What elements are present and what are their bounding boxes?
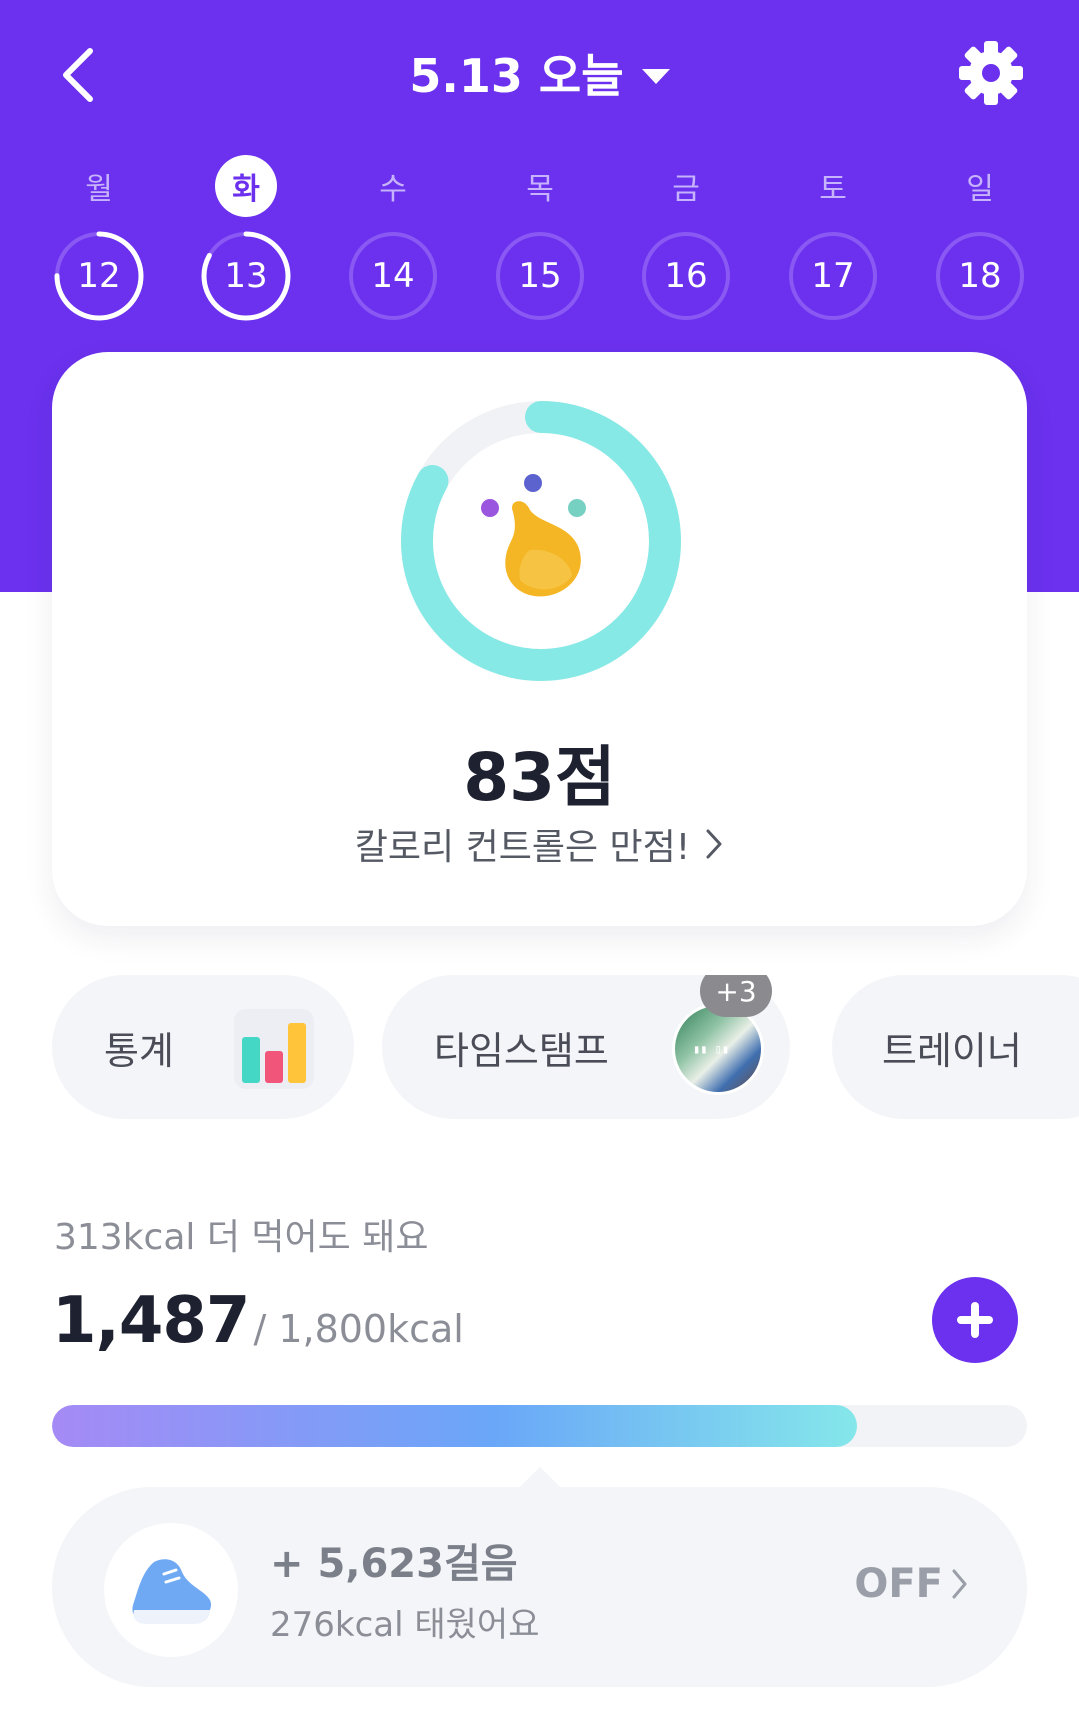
weekday-text: 목 <box>526 172 554 207</box>
date-title: 5.13 오늘 <box>409 49 624 103</box>
chevron-right-icon <box>706 829 722 859</box>
date-number: 16 <box>664 256 708 296</box>
day-13[interactable]: 화 13 <box>198 150 294 330</box>
steps-toggle-label: OFF <box>854 1561 943 1607</box>
weekday-label: 목 <box>492 155 588 217</box>
weekday-text: 월 <box>85 172 113 207</box>
date-number: 14 <box>371 256 415 296</box>
finger-snap-icon <box>481 474 586 597</box>
date-number: 15 <box>518 256 562 296</box>
chevron-right-icon <box>952 1569 967 1599</box>
date-number: 17 <box>811 256 855 296</box>
score-message: 칼로리 컨트롤은 만점! <box>52 818 1027 870</box>
date-selector[interactable]: 5.13 오늘 <box>0 40 1079 106</box>
remaining-calories: 313kcal 더 먹어도 돼요 <box>54 1217 429 1258</box>
day-15[interactable]: 목 15 <box>492 150 588 330</box>
timestamp-photo-thumbnail: ▮▮ ▯▮ <box>672 1003 764 1095</box>
shortcut-chips: 통계 타임스탬프 ▮▮ ▯▮ +3 트레이너 <box>0 975 1079 1125</box>
stats-label: 통계 <box>104 1028 174 1073</box>
day-16[interactable]: 금 16 <box>638 150 734 330</box>
calorie-progress-bar <box>52 1405 1027 1447</box>
weekday-text: 수 <box>379 172 407 207</box>
gear-icon <box>959 41 1023 105</box>
timestamp-chip[interactable]: 타임스탬프 ▮▮ ▯▮ +3 <box>382 975 790 1119</box>
steps-burned: 276kcal 태웠어요 <box>270 1605 540 1645</box>
caret-down-icon <box>641 68 670 84</box>
day-14[interactable]: 수 14 <box>345 150 441 330</box>
weekday-text: 일 <box>966 172 994 207</box>
weekday-label: 일 <box>932 155 1028 217</box>
steps-toggle[interactable]: OFF <box>854 1561 969 1607</box>
top-bar: 5.13 오늘 <box>0 0 1079 150</box>
weekday-label: 화 <box>198 155 294 217</box>
calorie-intake: 1,487 / 1,800kcal <box>52 1284 464 1358</box>
weekday-text: 토 <box>819 172 847 207</box>
steps-card[interactable]: + 5,623걸음 276kcal 태웠어요 OFF <box>52 1487 1027 1687</box>
intake-goal: / 1,800kcal <box>253 1307 464 1351</box>
day-12[interactable]: 월 12 <box>51 150 147 330</box>
day-18[interactable]: 일 18 <box>932 150 1028 330</box>
timestamp-label: 타임스탬프 <box>434 1028 609 1073</box>
calorie-progress-fill <box>52 1405 858 1447</box>
score-value: 83점 <box>463 739 616 816</box>
day-17[interactable]: 토 17 <box>785 150 881 330</box>
weekday-label: 금 <box>638 155 734 217</box>
weekday-text: 금 <box>672 172 700 207</box>
sneaker-icon <box>132 1559 212 1624</box>
date-number: 13 <box>224 256 268 296</box>
photo-overlay-graphic: ▮▮ ▯▮ <box>693 1042 730 1056</box>
date-number: 12 <box>77 256 121 296</box>
steps-text: + 5,623걸음 276kcal 태웠어요 <box>270 1531 540 1646</box>
intake-value: 1,487 <box>52 1284 250 1358</box>
steps-count: + 5,623걸음 <box>270 1541 518 1587</box>
weekday-label: 수 <box>345 155 441 217</box>
score-message-text: 칼로리 컨트롤은 만점! <box>354 827 691 868</box>
shoe-icon-container <box>104 1523 238 1657</box>
photo-count-badge: +3 <box>700 975 772 1017</box>
add-meal-button[interactable] <box>932 1277 1018 1363</box>
weekday-text: 화 <box>215 155 277 217</box>
bar-chart-icon <box>234 1009 314 1089</box>
plus-icon <box>957 1302 993 1338</box>
weekday-label: 토 <box>785 155 881 217</box>
settings-button[interactable] <box>958 40 1024 106</box>
score-ring <box>401 401 681 681</box>
steps-card-pointer <box>518 1467 562 1489</box>
stats-chip[interactable]: 통계 <box>52 975 354 1119</box>
trainer-label: 트레이너 <box>882 1028 1022 1073</box>
score-card[interactable]: 83점 칼로리 컨트롤은 만점! <box>52 352 1027 926</box>
trainer-chip[interactable]: 트레이너 <box>832 975 1079 1119</box>
week-calendar: 월 12 화 13 수 14 목 15 금 16 토 17 일 18 <box>0 150 1079 330</box>
date-number: 18 <box>958 256 1002 296</box>
weekday-label: 월 <box>51 155 147 217</box>
